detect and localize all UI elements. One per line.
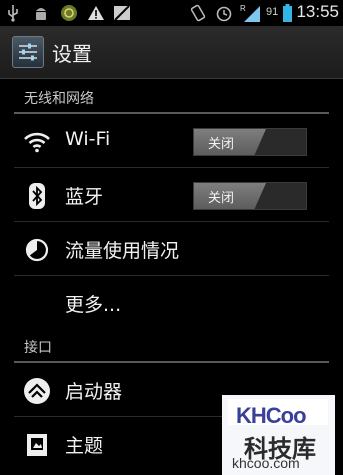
- data-usage-icon: [22, 235, 52, 265]
- toggle-state: 关闭: [208, 137, 235, 152]
- setting-row-wifi[interactable]: Wi-Fi 关闭: [0, 114, 343, 168]
- setting-label: 流量使用情况: [65, 240, 180, 262]
- setting-label: 主题: [65, 435, 104, 457]
- battery-icon: [281, 3, 293, 23]
- theme-icon: [22, 430, 52, 460]
- vibrate-icon: [188, 3, 208, 23]
- setting-label: 启动器: [65, 381, 123, 403]
- mute-icon: [112, 3, 132, 23]
- section-header-interface: 接口: [0, 330, 343, 364]
- bluetooth-icon: [22, 181, 52, 211]
- setting-row-data-usage[interactable]: 流量使用情况: [0, 222, 343, 276]
- setting-label: Wi-Fi: [65, 128, 111, 150]
- status-bar: R 91 13:55: [0, 0, 343, 26]
- launcher-icon: [22, 376, 52, 406]
- watermark: KHCoo 科技库 khcoo.com: [222, 395, 335, 475]
- toggle-state: 关闭: [208, 191, 235, 206]
- setting-label: 蓝牙: [65, 186, 104, 208]
- battery-level: 91: [266, 6, 279, 18]
- setting-row-bluetooth[interactable]: 蓝牙 关闭: [0, 168, 343, 222]
- watermark-logo: KHCoo: [228, 399, 328, 428]
- usb-icon: [4, 3, 22, 23]
- action-bar: 设置: [0, 26, 343, 79]
- section-title: 无线和网络: [24, 91, 94, 107]
- signal-icon: R: [240, 3, 262, 23]
- sync-icon: [59, 3, 79, 23]
- watermark-brand: KHCoo: [236, 403, 307, 428]
- bluetooth-toggle[interactable]: 关闭: [193, 182, 307, 210]
- alarm-icon: [214, 3, 234, 23]
- section-header-wireless: 无线和网络: [0, 78, 343, 116]
- section-title: 接口: [24, 340, 52, 356]
- wifi-toggle[interactable]: 关闭: [193, 128, 307, 156]
- warning-icon: [86, 3, 106, 23]
- wifi-icon: [22, 127, 52, 157]
- android-debug-icon: [32, 3, 50, 23]
- svg-text:R: R: [240, 4, 246, 13]
- setting-row-more[interactable]: 更多...: [0, 276, 343, 330]
- watermark-domain: khcoo.com: [232, 455, 300, 471]
- page-title: 设置: [52, 42, 92, 66]
- setting-label: 更多...: [65, 294, 122, 316]
- status-time: 13:55: [296, 2, 339, 21]
- settings-icon[interactable]: [12, 36, 44, 68]
